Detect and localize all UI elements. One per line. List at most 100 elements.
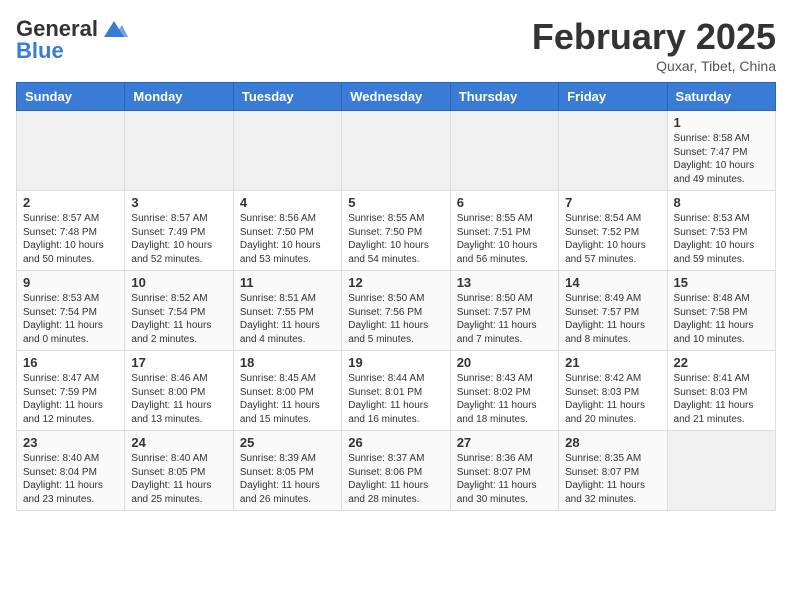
location-subtitle: Quxar, Tibet, China (532, 58, 776, 74)
calendar-week-2: 2Sunrise: 8:57 AM Sunset: 7:48 PM Daylig… (17, 191, 776, 271)
calendar-cell: 14 Sunrise: 8:49 AM Sunset: 7:57 PM Dayli… (559, 271, 667, 351)
calendar-cell: 16Sunrise: 8:47 AM Sunset: 7:59 PM Dayli… (17, 351, 125, 431)
day-info: Sunrise: 8:36 AM Sunset: 8:07 PM Dayligh… (457, 452, 552, 506)
calendar-cell: 13Sunrise: 8:50 AM Sunset: 7:57 PM Dayli… (450, 271, 558, 351)
day-number: 3 (131, 195, 226, 210)
calendar-cell: 7 Sunrise: 8:54 AM Sunset: 7:52 PM Daylig… (559, 191, 667, 271)
day-info: Sunrise: 8:56 AM Sunset: 7:50 PM Dayligh… (240, 212, 335, 266)
calendar-cell: 1 Sunrise: 8:58 AM Sunset: 7:47 PM Daylig… (667, 111, 775, 191)
calendar-cell: 27 Sunrise: 8:36 AM Sunset: 8:07 PM Dayli… (450, 431, 558, 511)
calendar-cell (125, 111, 233, 191)
day-info: Sunrise: 8:41 AM Sunset: 8:03 PM Dayligh… (674, 372, 769, 426)
day-info: Sunrise: 8:43 AM Sunset: 8:02 PM Dayligh… (457, 372, 552, 426)
calendar-cell: 11 Sunrise: 8:51 AM Sunset: 7:55 PM Dayli… (233, 271, 341, 351)
day-number: 24 (131, 435, 226, 450)
day-header-thursday: Thursday (450, 83, 558, 111)
day-number: 19 (348, 355, 443, 370)
calendar-cell (450, 111, 558, 191)
calendar-cell: 3 Sunrise: 8:57 AM Sunset: 7:49 PM Daylig… (125, 191, 233, 271)
day-number: 23 (23, 435, 118, 450)
calendar-cell: 6 Sunrise: 8:55 AM Sunset: 7:51 PM Daylig… (450, 191, 558, 271)
day-info: Sunrise: 8:42 AM Sunset: 8:03 PM Dayligh… (565, 372, 660, 426)
calendar-cell: 23 Sunrise: 8:40 AM Sunset: 8:04 PM Dayli… (17, 431, 125, 511)
calendar-week-5: 23 Sunrise: 8:40 AM Sunset: 8:04 PM Dayli… (17, 431, 776, 511)
day-header-friday: Friday (559, 83, 667, 111)
calendar-cell: 4 Sunrise: 8:56 AM Sunset: 7:50 PM Daylig… (233, 191, 341, 271)
calendar-cell (17, 111, 125, 191)
calendar-cell: 5Sunrise: 8:55 AM Sunset: 7:50 PM Daylig… (342, 191, 450, 271)
day-number: 12 (348, 275, 443, 290)
day-number: 14 (565, 275, 660, 290)
calendar-cell: 8 Sunrise: 8:53 AM Sunset: 7:53 PM Daylig… (667, 191, 775, 271)
calendar-cell: 26 Sunrise: 8:37 AM Sunset: 8:06 PM Dayli… (342, 431, 450, 511)
day-info: Sunrise: 8:57 AM Sunset: 7:48 PM Dayligh… (23, 212, 118, 266)
calendar-cell (559, 111, 667, 191)
day-header-sunday: Sunday (17, 83, 125, 111)
day-number: 11 (240, 275, 335, 290)
day-info: Sunrise: 8:50 AM Sunset: 7:56 PM Dayligh… (348, 292, 443, 346)
day-info: Sunrise: 8:57 AM Sunset: 7:49 PM Dayligh… (131, 212, 226, 266)
day-number: 25 (240, 435, 335, 450)
day-number: 28 (565, 435, 660, 450)
day-number: 15 (674, 275, 769, 290)
day-info: Sunrise: 8:48 AM Sunset: 7:58 PM Dayligh… (674, 292, 769, 346)
day-info: Sunrise: 8:58 AM Sunset: 7:47 PM Dayligh… (674, 132, 769, 186)
day-info: Sunrise: 8:53 AM Sunset: 7:53 PM Dayligh… (674, 212, 769, 266)
logo-icon (100, 17, 128, 41)
calendar-cell: 28 Sunrise: 8:35 AM Sunset: 8:07 PM Dayli… (559, 431, 667, 511)
calendar-cell (233, 111, 341, 191)
day-number: 6 (457, 195, 552, 210)
day-number: 17 (131, 355, 226, 370)
day-number: 9 (23, 275, 118, 290)
day-info: Sunrise: 8:39 AM Sunset: 8:05 PM Dayligh… (240, 452, 335, 506)
day-info: Sunrise: 8:55 AM Sunset: 7:51 PM Dayligh… (457, 212, 552, 266)
day-info: Sunrise: 8:52 AM Sunset: 7:54 PM Dayligh… (131, 292, 226, 346)
calendar-cell: 21 Sunrise: 8:42 AM Sunset: 8:03 PM Dayli… (559, 351, 667, 431)
calendar-week-1: 1 Sunrise: 8:58 AM Sunset: 7:47 PM Daylig… (17, 111, 776, 191)
calendar-cell (342, 111, 450, 191)
calendar-cell: 12 Sunrise: 8:50 AM Sunset: 7:56 PM Dayli… (342, 271, 450, 351)
calendar-cell: 9Sunrise: 8:53 AM Sunset: 7:54 PM Daylig… (17, 271, 125, 351)
title-block: February 2025 Quxar, Tibet, China (532, 16, 776, 74)
day-info: Sunrise: 8:40 AM Sunset: 8:04 PM Dayligh… (23, 452, 118, 506)
calendar-table: SundayMondayTuesdayWednesdayThursdayFrid… (16, 82, 776, 511)
month-title: February 2025 (532, 16, 776, 58)
day-info: Sunrise: 8:46 AM Sunset: 8:00 PM Dayligh… (131, 372, 226, 426)
calendar-cell: 18Sunrise: 8:45 AM Sunset: 8:00 PM Dayli… (233, 351, 341, 431)
day-number: 8 (674, 195, 769, 210)
calendar-cell (667, 431, 775, 511)
day-info: Sunrise: 8:54 AM Sunset: 7:52 PM Dayligh… (565, 212, 660, 266)
day-number: 21 (565, 355, 660, 370)
day-number: 13 (457, 275, 552, 290)
day-number: 26 (348, 435, 443, 450)
day-info: Sunrise: 8:55 AM Sunset: 7:50 PM Dayligh… (348, 212, 443, 266)
calendar-cell: 17 Sunrise: 8:46 AM Sunset: 8:00 PM Dayli… (125, 351, 233, 431)
calendar-cell: 20 Sunrise: 8:43 AM Sunset: 8:02 PM Dayli… (450, 351, 558, 431)
day-number: 4 (240, 195, 335, 210)
calendar-cell: 24 Sunrise: 8:40 AM Sunset: 8:05 PM Dayli… (125, 431, 233, 511)
page-header: General Blue February 2025 Quxar, Tibet,… (16, 16, 776, 74)
day-number: 1 (674, 115, 769, 130)
day-info: Sunrise: 8:47 AM Sunset: 7:59 PM Dayligh… (23, 372, 118, 426)
day-info: Sunrise: 8:45 AM Sunset: 8:00 PM Dayligh… (240, 372, 335, 426)
calendar-cell: 2Sunrise: 8:57 AM Sunset: 7:48 PM Daylig… (17, 191, 125, 271)
day-number: 7 (565, 195, 660, 210)
day-header-monday: Monday (125, 83, 233, 111)
day-header-saturday: Saturday (667, 83, 775, 111)
day-info: Sunrise: 8:37 AM Sunset: 8:06 PM Dayligh… (348, 452, 443, 506)
day-info: Sunrise: 8:35 AM Sunset: 8:07 PM Dayligh… (565, 452, 660, 506)
day-info: Sunrise: 8:49 AM Sunset: 7:57 PM Dayligh… (565, 292, 660, 346)
day-header-tuesday: Tuesday (233, 83, 341, 111)
calendar-week-4: 16Sunrise: 8:47 AM Sunset: 7:59 PM Dayli… (17, 351, 776, 431)
day-number: 20 (457, 355, 552, 370)
logo: General Blue (16, 16, 128, 64)
day-info: Sunrise: 8:51 AM Sunset: 7:55 PM Dayligh… (240, 292, 335, 346)
day-number: 10 (131, 275, 226, 290)
calendar-cell: 15 Sunrise: 8:48 AM Sunset: 7:58 PM Dayli… (667, 271, 775, 351)
calendar-cell: 22Sunrise: 8:41 AM Sunset: 8:03 PM Dayli… (667, 351, 775, 431)
calendar-cell: 10 Sunrise: 8:52 AM Sunset: 7:54 PM Dayli… (125, 271, 233, 351)
day-info: Sunrise: 8:40 AM Sunset: 8:05 PM Dayligh… (131, 452, 226, 506)
calendar-header-row: SundayMondayTuesdayWednesdayThursdayFrid… (17, 83, 776, 111)
calendar-cell: 19Sunrise: 8:44 AM Sunset: 8:01 PM Dayli… (342, 351, 450, 431)
day-number: 27 (457, 435, 552, 450)
